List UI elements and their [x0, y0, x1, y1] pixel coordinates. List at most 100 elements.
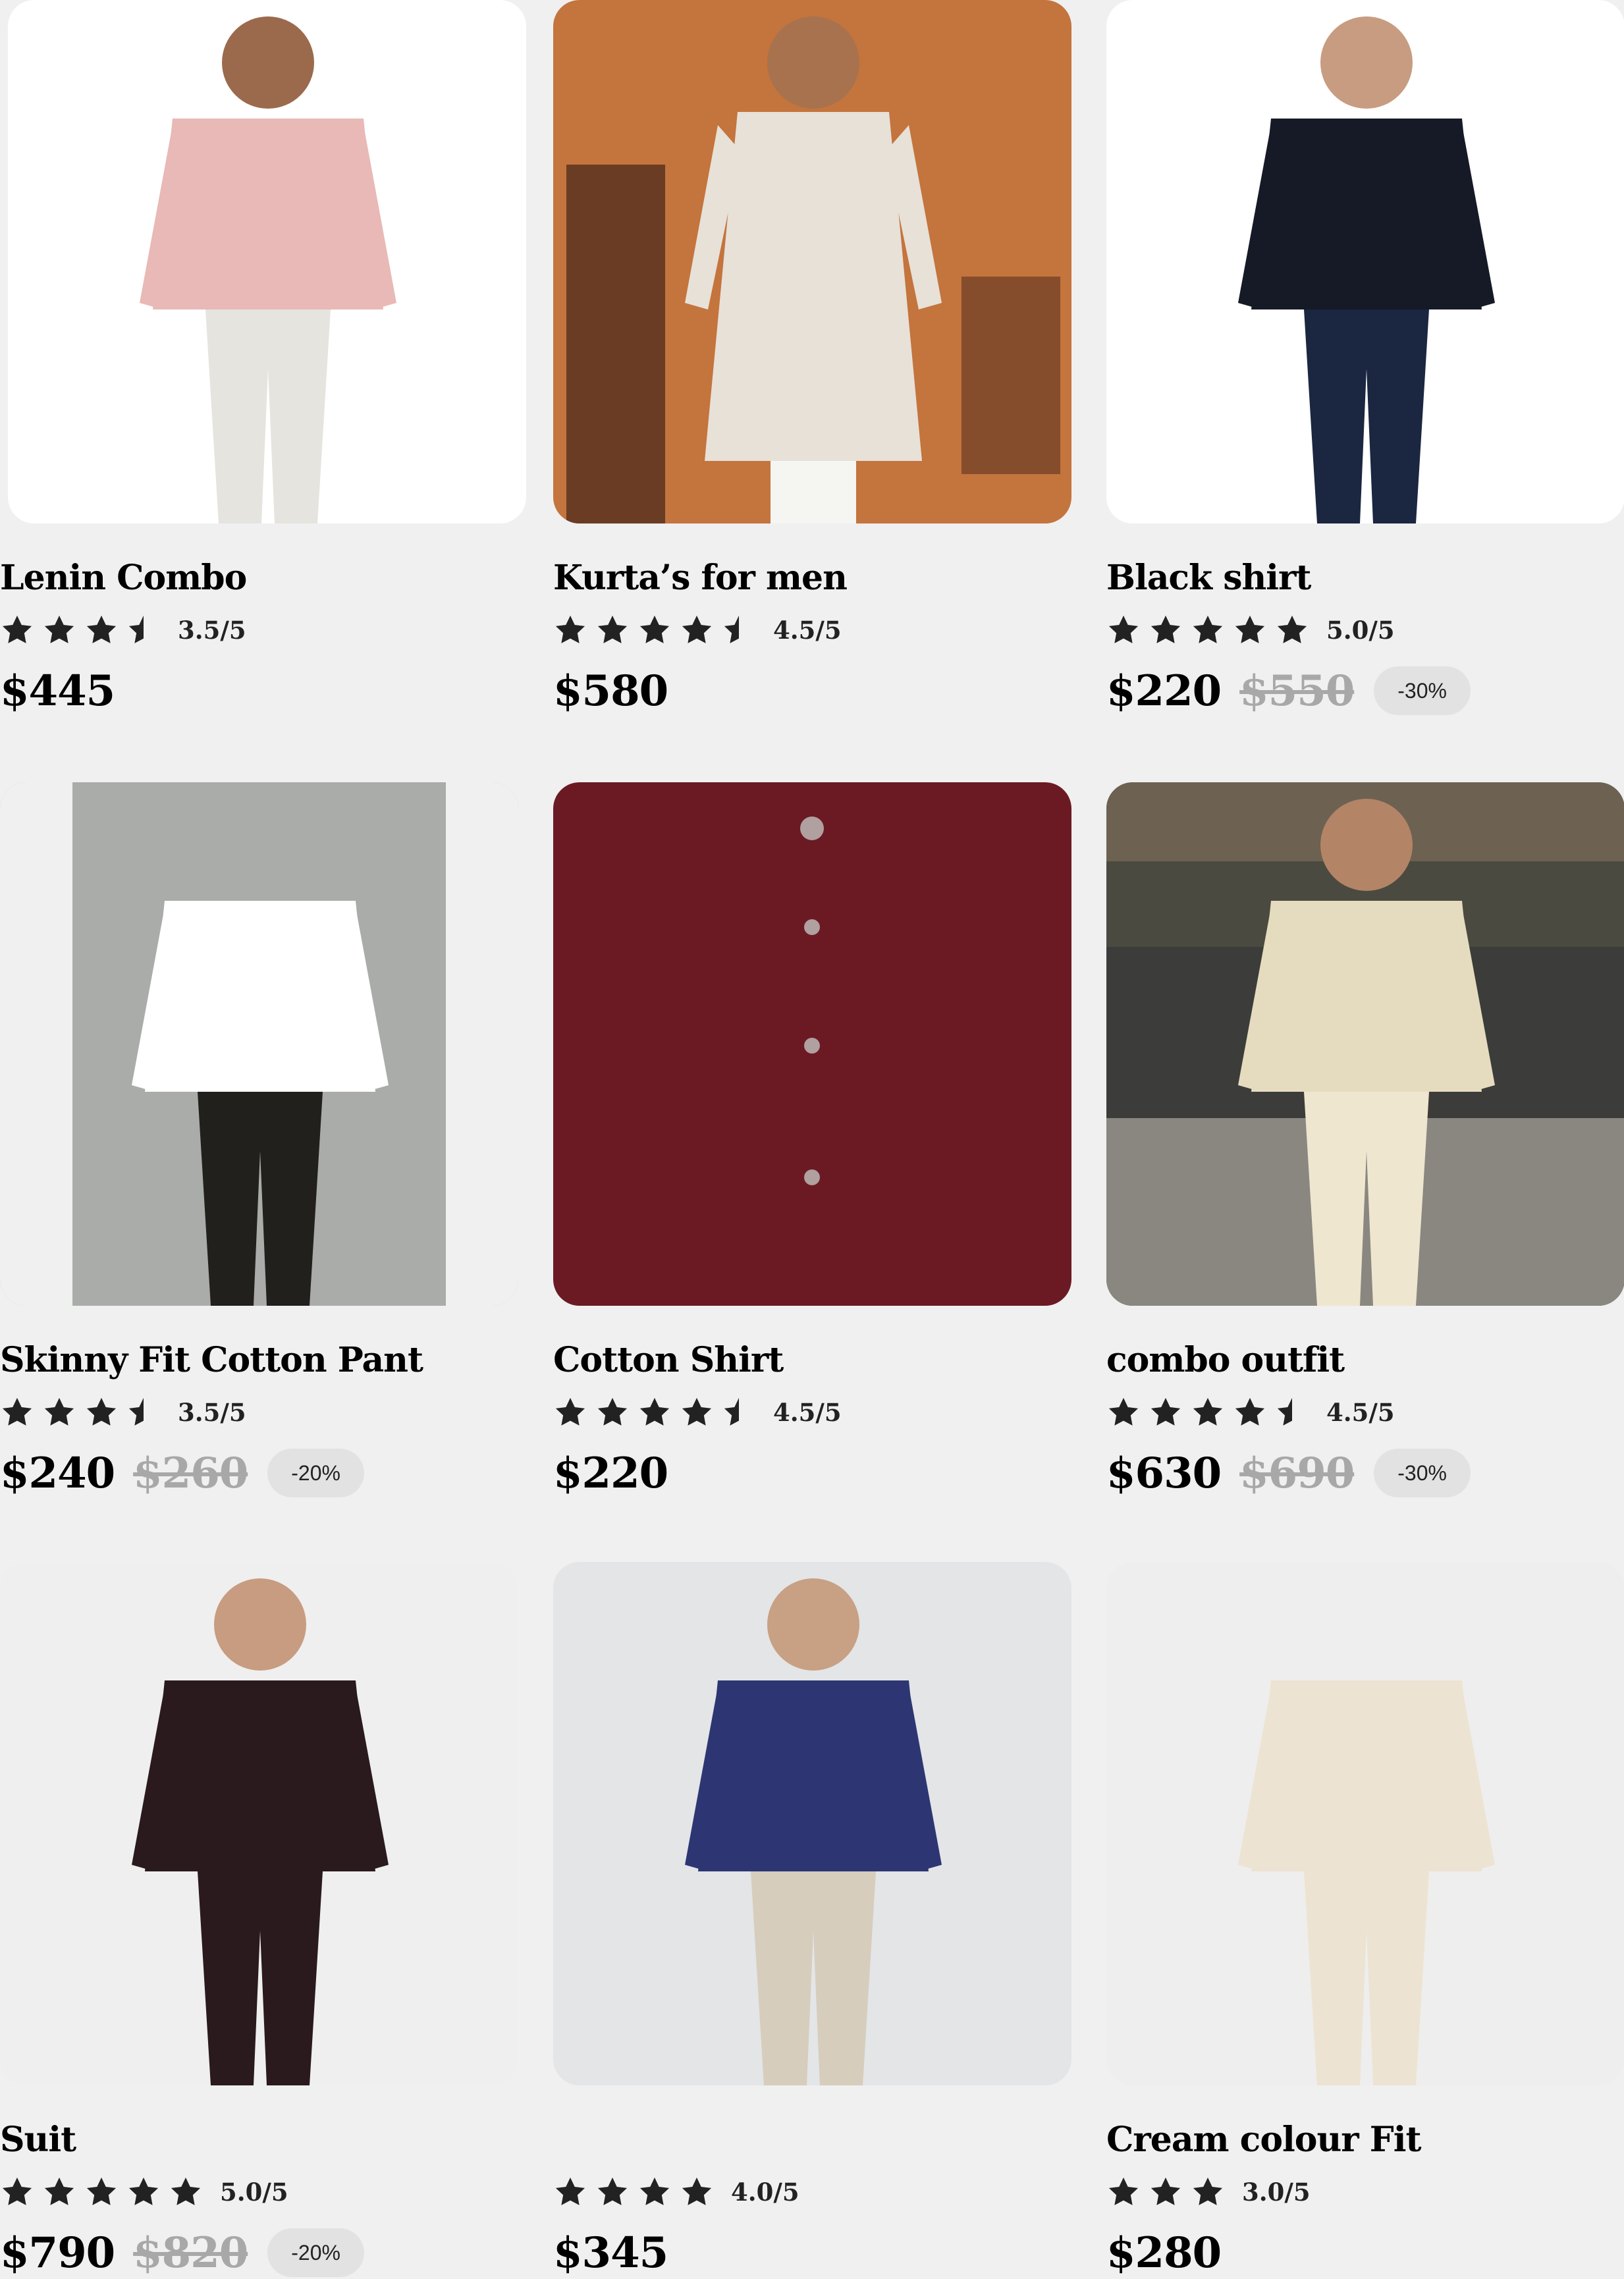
star-icon — [1275, 613, 1309, 647]
rating-value: 3.0/5 — [1242, 2178, 1311, 2207]
rating-value: 4.5/5 — [1326, 1398, 1395, 1427]
product-image[interactable] — [1106, 782, 1624, 1306]
star-icon — [595, 1395, 630, 1430]
star-icon — [637, 2175, 672, 2209]
product-title[interactable]: Suit — [0, 2118, 518, 2162]
original-price: $690 — [1239, 1448, 1355, 1498]
half-star-icon — [1275, 1395, 1309, 1430]
star-icon — [637, 1395, 672, 1430]
star-icon — [169, 2175, 203, 2209]
product-rating: 5.0/5 — [0, 2174, 518, 2211]
price-row: $220 — [553, 1447, 1071, 1499]
product-price: $220 — [553, 1448, 668, 1498]
rating-value: 5.0/5 — [220, 2178, 288, 2207]
star-icon — [84, 1395, 119, 1430]
price-row: $445 — [0, 664, 518, 717]
price-row: $240 $260 -20% — [0, 1447, 518, 1499]
star-icon — [1191, 613, 1225, 647]
product-price: $345 — [553, 2228, 668, 2278]
rating-stars — [1106, 1395, 1317, 1430]
star-icon — [0, 613, 34, 647]
product-grid: Lenin Combo 3.5/5 $445 Kurta’s for men 4.5/5… — [0, 0, 1624, 2279]
product-title[interactable]: Black shirt — [1106, 556, 1624, 600]
product-price: $580 — [553, 666, 668, 716]
discount-badge: -30% — [1374, 1449, 1471, 1497]
original-price: $820 — [133, 2228, 248, 2278]
product-card[interactable]: Cotton Shirt 4.5/5 $220 — [553, 782, 1071, 1499]
price-row: $580 — [553, 664, 1071, 717]
product-card[interactable]: Cream colour Fit 3.0/5 $280 — [1106, 1562, 1624, 2279]
star-icon — [1106, 613, 1141, 647]
original-price: $550 — [1239, 666, 1355, 716]
product-price: $790 — [0, 2228, 115, 2278]
product-image[interactable] — [553, 0, 1071, 523]
product-price: $220 — [1106, 666, 1222, 716]
star-icon — [1233, 1395, 1267, 1430]
star-icon — [553, 2175, 587, 2209]
original-price: $260 — [133, 1448, 248, 1498]
product-rating: 4.5/5 — [553, 612, 1071, 649]
rating-value: 5.0/5 — [1326, 616, 1395, 645]
rating-stars — [1106, 2175, 1233, 2209]
star-icon — [42, 2175, 76, 2209]
product-price: $630 — [1106, 1448, 1222, 1498]
product-image[interactable] — [0, 782, 518, 1306]
rating-stars — [553, 1395, 764, 1430]
product-rating: 4.5/5 — [553, 1394, 1071, 1431]
product-rating: 5.0/5 — [1106, 612, 1624, 649]
rating-value: 3.5/5 — [178, 1398, 246, 1427]
star-icon — [637, 613, 672, 647]
star-icon — [1149, 2175, 1183, 2209]
product-title[interactable]: combo outfit — [1106, 1339, 1624, 1382]
product-title[interactable]: Cotton Shirt — [553, 1339, 1071, 1382]
product-card[interactable]: Lenin Combo 3.5/5 $445 — [0, 0, 526, 717]
star-icon — [1149, 1395, 1183, 1430]
rating-value: 3.5/5 — [178, 616, 246, 645]
product-title[interactable]: Kurta’s for men — [553, 556, 1071, 600]
product-image[interactable] — [553, 1562, 1071, 2085]
price-row: $345 — [553, 2226, 1071, 2279]
product-card[interactable]: Skinny Fit Cotton Pant 3.5/5 $240 $260 -20% — [0, 782, 518, 1499]
product-image[interactable] — [0, 1562, 518, 2085]
product-image[interactable] — [553, 782, 1071, 1306]
product-card[interactable]: 4.0/5 $345 — [553, 1562, 1071, 2279]
half-star-icon — [126, 613, 161, 647]
star-icon — [1191, 1395, 1225, 1430]
product-card[interactable]: Kurta’s for men 4.5/5 $580 — [553, 0, 1071, 717]
product-rating: 3.0/5 — [1106, 2174, 1624, 2211]
star-icon — [553, 1395, 587, 1430]
product-rating: 4.5/5 — [1106, 1394, 1624, 1431]
product-image[interactable] — [1106, 0, 1624, 523]
rating-value: 4.5/5 — [773, 616, 842, 645]
product-title[interactable]: Lenin Combo — [0, 556, 518, 600]
product-card[interactable]: combo outfit 4.5/5 $630 $690 -30% — [1106, 782, 1624, 1499]
star-icon — [595, 2175, 630, 2209]
star-icon — [42, 1395, 76, 1430]
star-icon — [84, 2175, 119, 2209]
price-row: $220 $550 -30% — [1106, 664, 1624, 717]
star-icon — [0, 2175, 34, 2209]
rating-value: 4.0/5 — [731, 2178, 799, 2207]
product-price: $240 — [0, 1448, 115, 1498]
product-rating: 3.5/5 — [0, 1394, 518, 1431]
product-card[interactable]: Suit 5.0/5 $790 $820 -20% — [0, 1562, 518, 2279]
product-title[interactable]: Skinny Fit Cotton Pant — [0, 1339, 518, 1382]
star-icon — [680, 1395, 714, 1430]
star-icon — [126, 2175, 161, 2209]
star-icon — [1233, 613, 1267, 647]
rating-value: 4.5/5 — [773, 1398, 842, 1427]
rating-stars — [0, 2175, 211, 2209]
star-icon — [595, 613, 630, 647]
star-icon — [1191, 2175, 1225, 2209]
star-icon — [42, 613, 76, 647]
product-image[interactable] — [1106, 1562, 1624, 2085]
product-title[interactable]: Cream colour Fit — [1106, 2118, 1624, 2162]
product-image[interactable] — [8, 0, 526, 523]
star-icon — [1106, 1395, 1141, 1430]
product-title[interactable] — [553, 2118, 1071, 2162]
star-icon — [553, 613, 587, 647]
price-row: $280 — [1106, 2226, 1624, 2279]
product-card[interactable]: Black shirt 5.0/5 $220 $550 -30% — [1106, 0, 1624, 717]
price-row: $630 $690 -30% — [1106, 1447, 1624, 1499]
star-icon — [84, 613, 119, 647]
